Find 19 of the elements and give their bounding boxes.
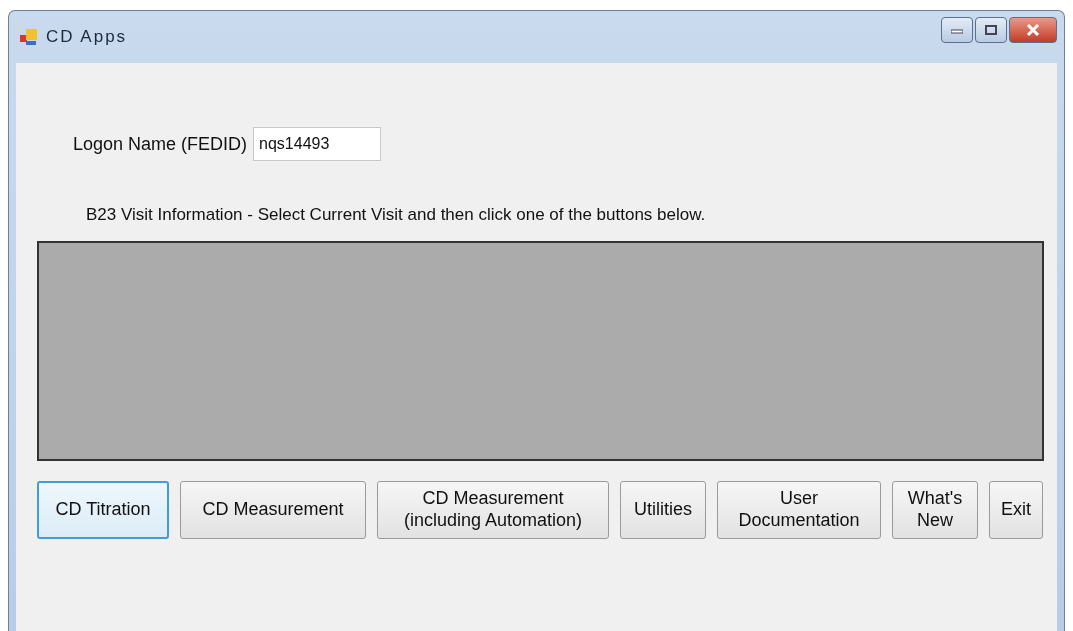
minimize-icon bbox=[951, 26, 963, 34]
window-title: CD Apps bbox=[46, 27, 128, 47]
action-button[interactable]: CD Titration bbox=[37, 481, 169, 539]
visit-grid[interactable] bbox=[37, 241, 1044, 461]
action-button[interactable]: Utilities bbox=[620, 481, 706, 539]
action-button[interactable]: Exit bbox=[989, 481, 1043, 539]
close-icon bbox=[1026, 24, 1040, 36]
action-button[interactable]: CD Measurement bbox=[180, 481, 366, 539]
action-button[interactable]: What's New bbox=[892, 481, 978, 539]
minimize-button[interactable] bbox=[941, 17, 973, 43]
close-button[interactable] bbox=[1009, 17, 1057, 43]
app-icon bbox=[20, 28, 38, 46]
maximize-button[interactable] bbox=[975, 17, 1007, 43]
visit-instructions: B23 Visit Information - Select Current Visit and then click one of the buttons below. bbox=[86, 205, 707, 225]
logon-field[interactable]: nqs14493 bbox=[253, 127, 382, 161]
logon-label: Logon Name (FEDID) bbox=[73, 133, 248, 155]
action-button[interactable]: User Documentation bbox=[717, 481, 881, 539]
maximize-icon bbox=[985, 25, 997, 35]
action-button[interactable]: CD Measurement (including Automation) bbox=[377, 481, 609, 539]
